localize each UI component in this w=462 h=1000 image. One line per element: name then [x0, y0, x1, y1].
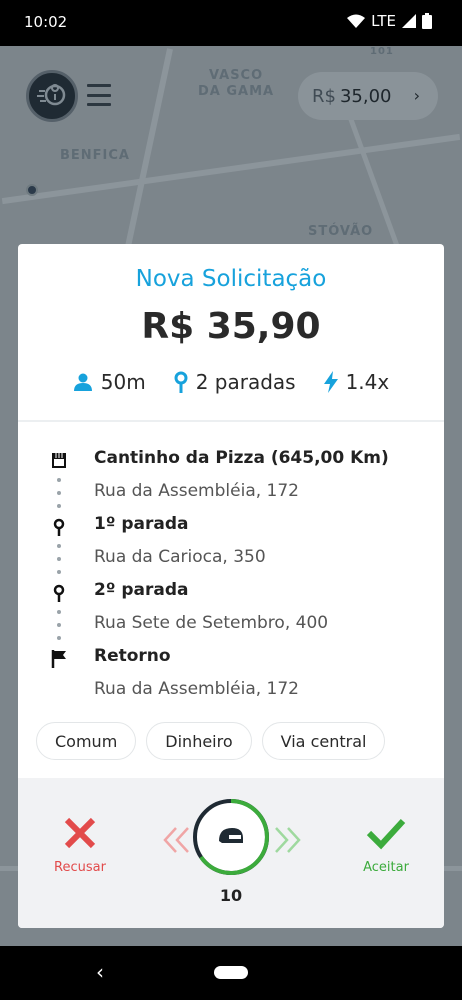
balance-button[interactable]: R$ 35,00 › [298, 72, 438, 120]
stop-name: Retorno [94, 646, 171, 666]
map-label-route: 101 [370, 46, 394, 57]
stops-value: 2 paradas [195, 370, 296, 394]
flag-icon [50, 650, 68, 668]
balance-currency: R$ [312, 85, 336, 107]
wifi-icon [347, 14, 366, 28]
pin-icon [50, 584, 68, 602]
home-pill-button[interactable] [214, 966, 248, 979]
battery-icon [422, 13, 432, 29]
stop-address: Rua da Assembléia, 172 [94, 679, 299, 699]
pin-icon [50, 518, 68, 536]
map-road [1, 133, 461, 205]
map-marker [26, 184, 38, 196]
lightning-icon [323, 371, 338, 393]
request-tags: Comum Dinheiro Via central [36, 722, 386, 760]
status-icons: LTE [347, 12, 432, 30]
surge-value: 1.4x [345, 370, 390, 394]
new-request-dialog: Nova Solicitação R$ 35,90 50m 2 paradas … [18, 244, 444, 928]
status-bar: 10:02 LTE [0, 0, 462, 46]
menu-icon[interactable] [87, 84, 111, 106]
system-nav-bar: ‹ [0, 946, 462, 1000]
stop-address: Rua da Assembléia, 172 [94, 481, 299, 501]
stop-name: 1º parada [94, 514, 189, 534]
decline-label: Recusar [54, 860, 106, 875]
route-connector [57, 610, 61, 640]
route-connector [57, 478, 61, 508]
map-label-benfica: BENFICA [60, 148, 130, 163]
chevron-right-icon: › [413, 86, 420, 105]
request-price: R$ 35,90 [141, 306, 321, 347]
stop-address: Rua da Carioca, 350 [94, 547, 266, 567]
distance-stat: 50m [73, 370, 146, 394]
map-label-cristovao: STÓVÃO [308, 224, 374, 239]
countdown-value: 10 [219, 886, 243, 905]
chevrons-right-icon [275, 827, 301, 853]
balance-amount: 35,00 [339, 85, 392, 107]
countdown-timer[interactable] [192, 798, 270, 876]
delivery-logo-icon [37, 84, 66, 106]
surge-stat: 1.4x [323, 370, 390, 394]
check-icon [366, 818, 406, 850]
location-pin-icon [174, 371, 188, 393]
status-time: 10:02 [24, 13, 68, 31]
dialog-title: Nova Solicitação [135, 266, 327, 292]
store-icon [50, 452, 68, 470]
stop-name: Cantinho da Pizza (645,00 Km) [94, 448, 389, 468]
close-icon [64, 817, 96, 849]
action-bar: Recusar 10 Aceitar [18, 778, 444, 928]
route-connector [57, 544, 61, 574]
tag-chip-route: Via central [261, 722, 386, 760]
network-type: LTE [371, 12, 396, 30]
tag-chip-payment: Dinheiro [146, 722, 252, 760]
back-icon[interactable]: ‹ [96, 960, 104, 984]
accept-button[interactable]: Aceitar [354, 816, 418, 875]
app-logo-button[interactable] [26, 70, 78, 122]
chevrons-left-icon [163, 827, 189, 853]
person-icon [73, 373, 92, 391]
stops-stat: 2 paradas [174, 370, 296, 394]
stop-name: 2º parada [94, 580, 189, 600]
divider [18, 420, 444, 422]
tag-chip-category: Comum [36, 722, 137, 760]
signal-icon [402, 14, 416, 28]
stop-address: Rua Sete de Setembro, 400 [94, 613, 329, 633]
distance-value: 50m [100, 370, 146, 394]
decline-button[interactable]: Recusar [48, 816, 112, 875]
request-stats: 50m 2 paradas 1.4x [18, 370, 444, 394]
accept-label: Aceitar [363, 860, 409, 875]
map-label-vasco: VASCO DA GAMA [198, 68, 275, 99]
